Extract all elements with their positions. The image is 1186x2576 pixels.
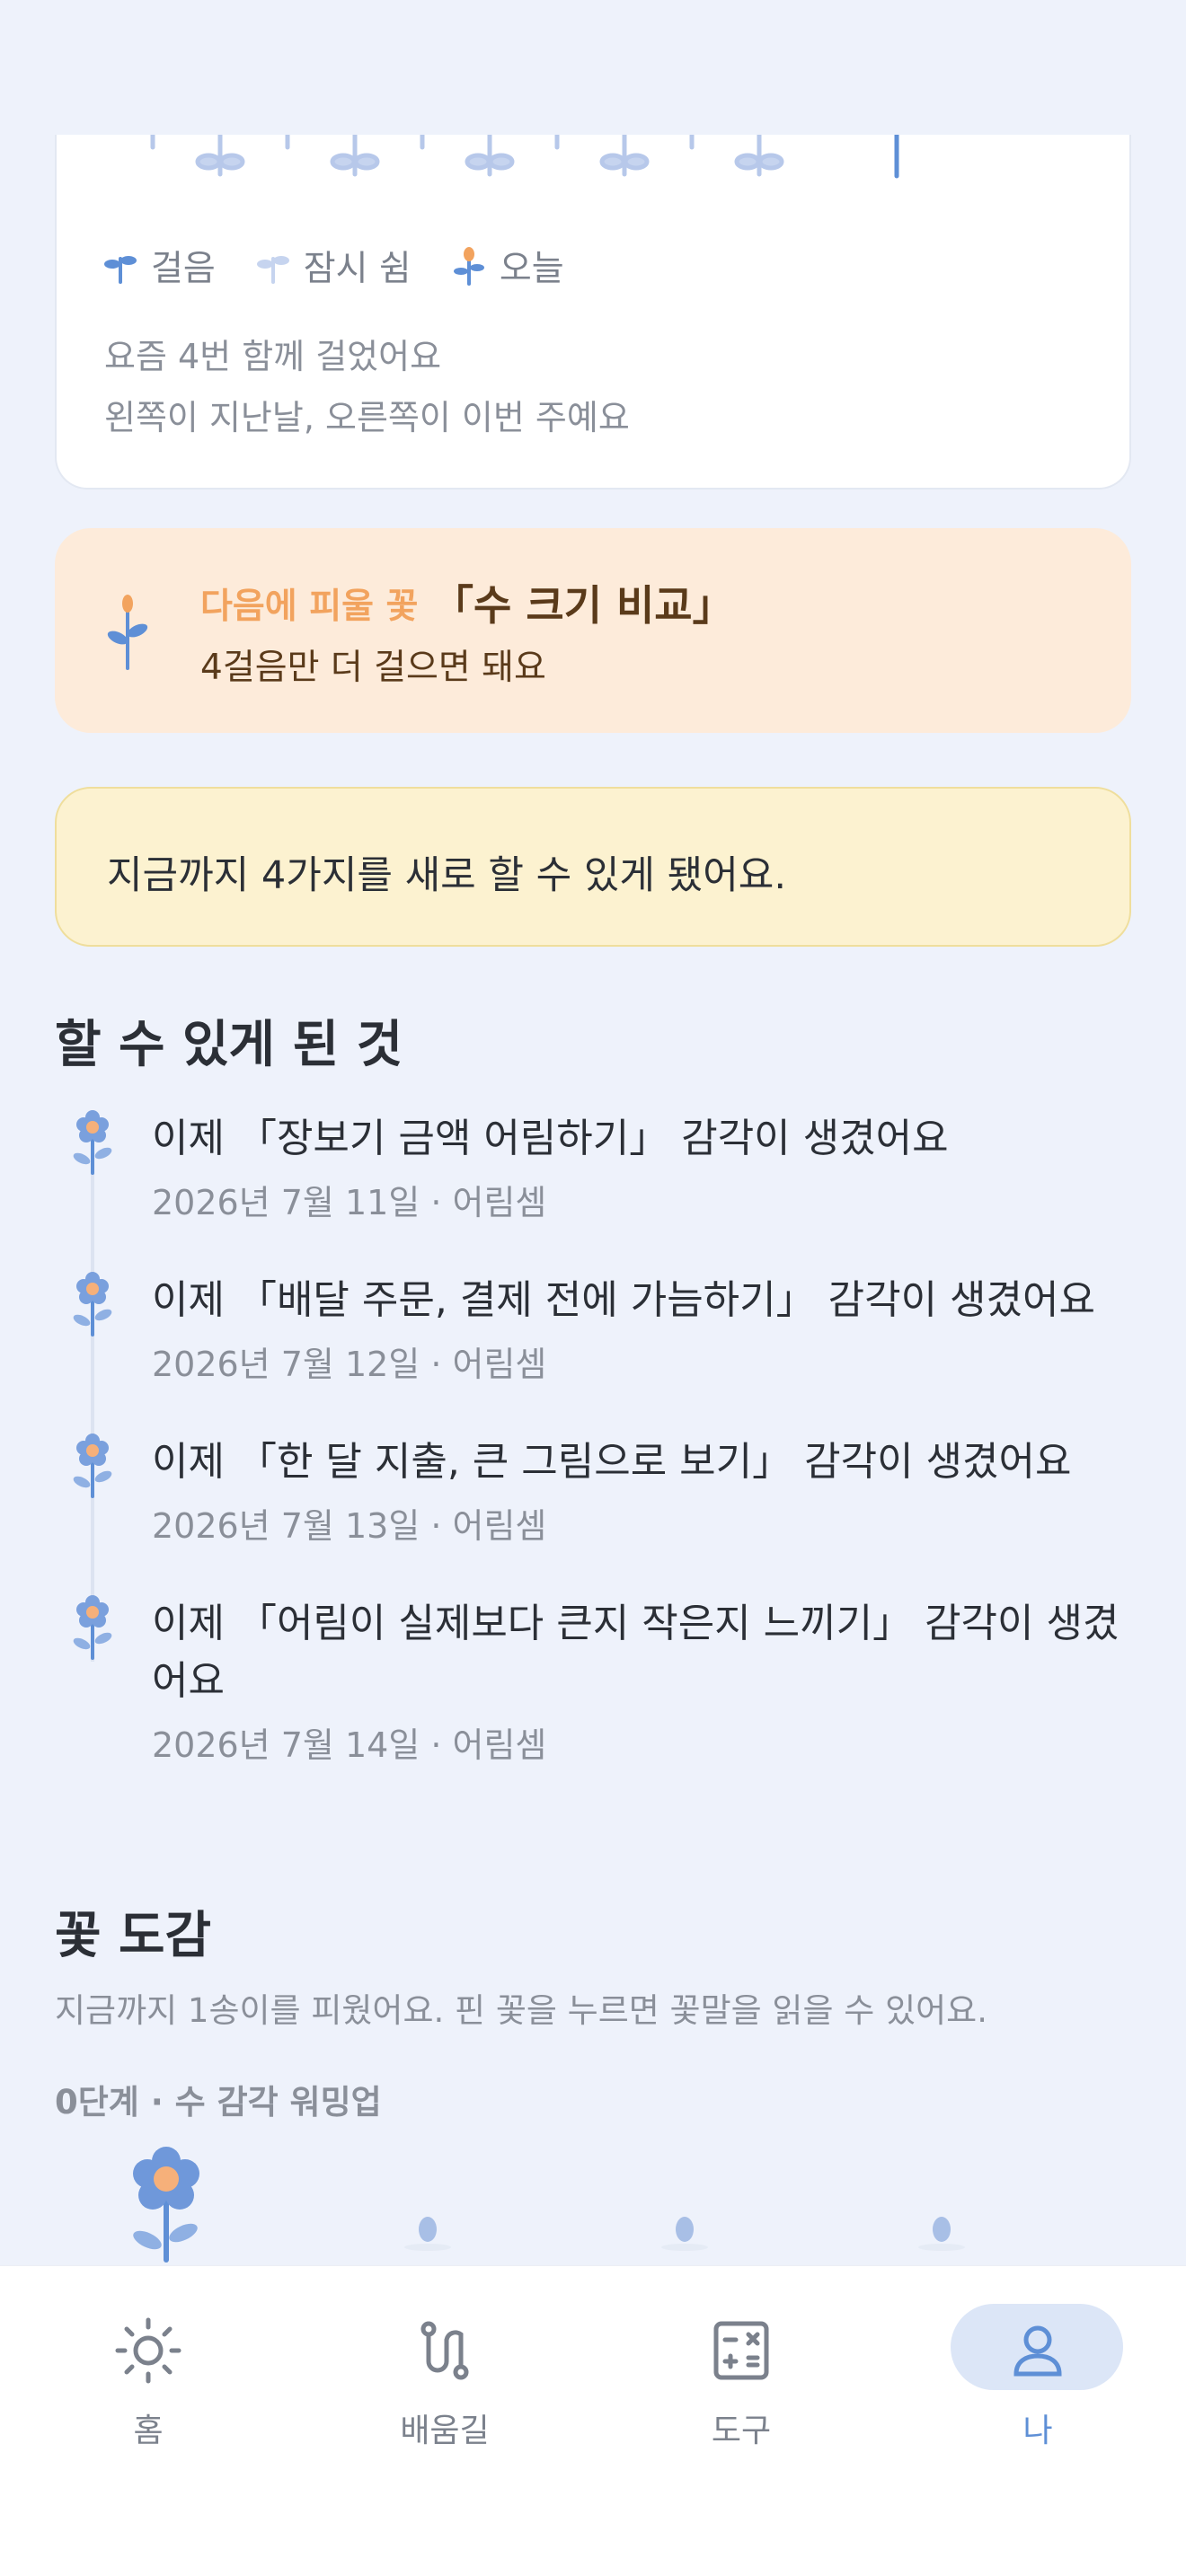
achievement-title: 이제 「어림이 실제보다 큰지 작은지 느끼기」 감각이 생겼어요 [152, 1601, 1120, 1704]
sprout-icon [104, 256, 137, 284]
achievement-date: 2026년 7월 11일 · 어림셈 [152, 1183, 547, 1222]
next-flower-label: 다음에 피울 꽃 [200, 587, 419, 627]
flower-dex-stage: 0단계 · 수 감각 워밍업 [55, 2083, 382, 2122]
timeline-line [91, 1141, 94, 1662]
nav-home-label: 홈 [133, 2413, 164, 2449]
legend-today: 오늘 [453, 241, 564, 291]
achievement-title: 이제 「배달 주문, 결제 전에 가늠하기」 감각이 생겼어요 [152, 1277, 1095, 1323]
flower-icon [73, 1110, 112, 1175]
legend-walk-label: 걸음 [151, 249, 216, 289]
summary-text: 지금까지 4가지를 새로 할 수 있게 됐어요. [107, 853, 786, 898]
bud-flower-icon [107, 595, 148, 670]
flower-icon [73, 1595, 112, 1660]
walk-legend: 걸음 잠시 쉼 오늘 [104, 241, 606, 291]
seed-bud-icon [661, 2217, 708, 2251]
legend-rest-label: 잠시 쉼 [303, 249, 412, 289]
achievement-date: 2026년 7월 12일 · 어림셈 [152, 1345, 547, 1384]
legend-today-label: 오늘 [499, 249, 564, 289]
nav-tools[interactable]: 도구 [593, 2266, 890, 2464]
nav-me-label: 나 [1022, 2413, 1053, 2449]
next-flower-title: 「수 크기 비교」 [432, 581, 734, 630]
path-icon [420, 2321, 469, 2380]
summary-card: 지금까지 4가지를 새로 할 수 있게 됐어요. [55, 787, 1131, 947]
sprout-row-icon [150, 135, 899, 179]
legend-rest: 잠시 쉼 [256, 241, 412, 291]
achievement-title: 이제 「장보기 금액 어림하기」 감각이 생겼어요 [152, 1116, 949, 1161]
walk-hint-text: 왼쪽이 지난날, 오른쪽이 이번 주예요 [104, 398, 630, 437]
nav-home[interactable]: 홈 [0, 2266, 296, 2464]
nav-learning-path[interactable]: 배움길 [296, 2266, 593, 2464]
sprout-rest-icon [256, 256, 289, 284]
next-flower-card[interactable]: 다음에 피울 꽃 「수 크기 비교」 4걸음만 더 걸으면 돼요 [55, 528, 1131, 733]
flower-dex-title: 꽃 도감 [55, 1907, 212, 1965]
nav-me[interactable]: 나 [890, 2266, 1186, 2464]
calculator-icon [713, 2321, 769, 2380]
sprout-today-icon [453, 247, 484, 286]
person-icon [1013, 2325, 1062, 2377]
nav-tools-label: 도구 [711, 2413, 772, 2449]
nav-learning-path-label: 배움길 [400, 2413, 490, 2449]
achievements-title: 할 수 있게 된 것 [55, 1016, 403, 1074]
flower-dex-description: 지금까지 1송이를 피웠어요. 핀 꽃을 누르면 꽃말을 읽을 수 있어요. [55, 1991, 987, 2030]
achievement-date: 2026년 7월 14일 · 어림셈 [152, 1725, 547, 1765]
walk-count-text: 요즘 4번 함께 걸었어요 [104, 337, 442, 376]
bottom-nav: 홈 배움길 도구 나 [0, 2265, 1186, 2576]
bloomed-flower-icon[interactable] [126, 2147, 207, 2265]
next-flower-subtitle: 4걸음만 더 걸으면 돼요 [200, 648, 546, 688]
flower-icon [73, 1272, 112, 1337]
achievement-title: 이제 「한 달 지출, 큰 그림으로 보기」 감각이 생겼어요 [152, 1439, 1072, 1485]
achievement-date: 2026년 7월 13일 · 어림셈 [152, 1506, 547, 1546]
seed-bud-icon [918, 2217, 965, 2251]
flower-icon [73, 1434, 112, 1498]
legend-walk: 걸음 [104, 241, 216, 291]
seed-bud-icon [404, 2217, 451, 2251]
sun-icon [115, 2317, 181, 2384]
